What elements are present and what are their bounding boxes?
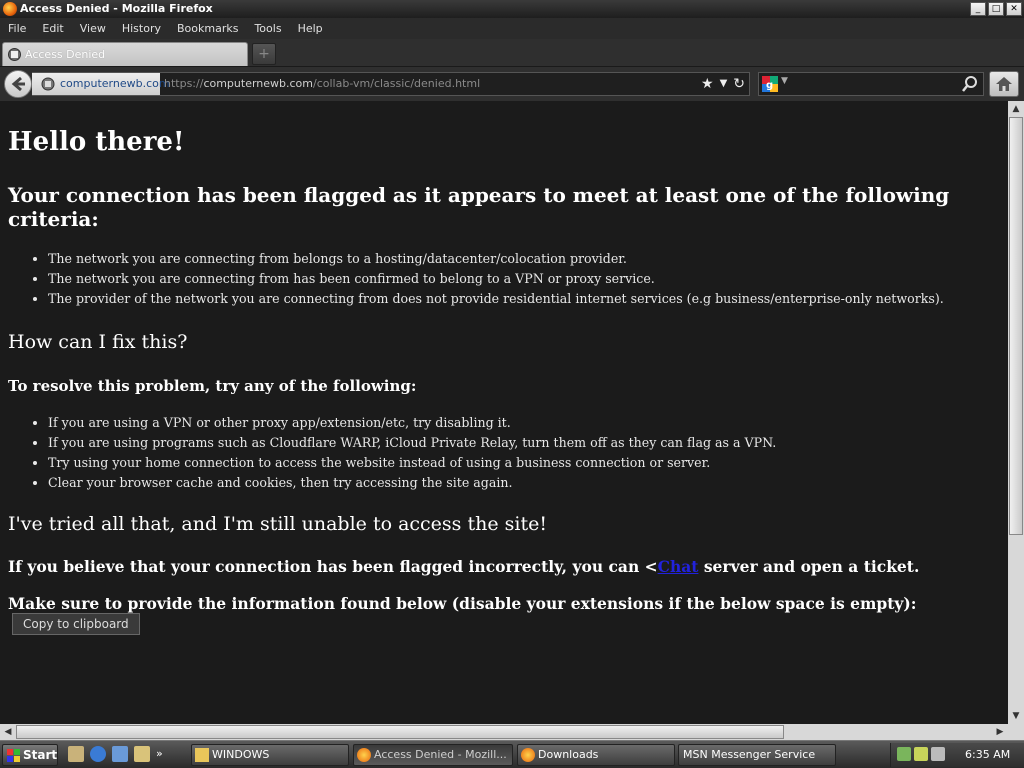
messenger-tray-icon[interactable]	[914, 747, 928, 761]
navigation-bar: computernewb.com https://computernewb.co…	[0, 67, 1024, 101]
fixes-list: If you are using a VPN or other proxy ap…	[8, 413, 1000, 493]
start-label: Start	[23, 748, 58, 762]
task-label: WINDOWS	[212, 748, 270, 761]
scroll-right-icon[interactable]: ▶	[992, 724, 1008, 740]
criteria-item: The network you are connecting from belo…	[48, 249, 1000, 269]
scrollbar-corner	[1008, 724, 1024, 740]
scroll-up-icon[interactable]: ▲	[1008, 101, 1024, 117]
menu-edit[interactable]: Edit	[36, 22, 69, 35]
task-label: Downloads	[538, 748, 599, 761]
network-icon[interactable]	[897, 747, 911, 761]
tab-label: Access Denied	[25, 48, 106, 61]
svg-text:g: g	[766, 80, 773, 91]
taskbar: Start » WINDOWS Access Denied - Mozill..…	[0, 740, 1024, 768]
provide-paragraph: Make sure to provide the information fou…	[8, 594, 1000, 635]
menu-bookmarks[interactable]: Bookmarks	[171, 22, 244, 35]
quick-launch-more-icon[interactable]: »	[156, 746, 163, 762]
tab-access-denied[interactable]: Access Denied	[2, 42, 248, 66]
start-button[interactable]: Start	[2, 744, 58, 766]
url-text[interactable]: https://computernewb.com/collab-vm/class…	[164, 73, 480, 95]
window-title: Access Denied - Mozilla Firefox	[20, 2, 213, 15]
task-msn-messenger[interactable]: MSN Messenger Service	[678, 744, 836, 766]
resolve-heading: To resolve this problem, try any of the …	[8, 377, 417, 395]
scroll-down-icon[interactable]: ▼	[1008, 708, 1024, 724]
url-bar[interactable]: computernewb.com https://computernewb.co…	[32, 72, 750, 96]
google-icon[interactable]: g	[762, 76, 778, 92]
new-tab-button[interactable]: +	[252, 43, 276, 65]
url-dropdown-icon[interactable]: ▼	[720, 75, 728, 93]
horizontal-scrollbar[interactable]: ◀ ▶	[0, 724, 1008, 740]
windows-logo-icon	[7, 749, 20, 762]
url-path: /collab-vm/classic/denied.html	[313, 77, 481, 90]
search-folder-icon[interactable]	[134, 746, 150, 762]
bookmark-star-icon[interactable]: ★	[701, 75, 714, 93]
internet-explorer-icon[interactable]	[90, 746, 106, 762]
fix-heading: How can I fix this?	[8, 331, 188, 353]
scroll-left-icon[interactable]: ◀	[0, 724, 16, 740]
engine-dropdown-icon[interactable]: ▼	[781, 76, 788, 86]
page-content: Hello there! Your connection has been fl…	[0, 101, 1008, 724]
firefox-icon	[521, 748, 535, 762]
search-icon[interactable]	[961, 75, 979, 93]
back-button[interactable]	[4, 70, 32, 98]
reload-icon[interactable]: ↻	[733, 75, 745, 93]
firefox-icon	[3, 2, 17, 16]
show-desktop-icon[interactable]	[68, 746, 84, 762]
criteria-item: The network you are connecting from has …	[48, 269, 1000, 289]
site-identity-label: computernewb.com	[60, 77, 170, 90]
site-identity-button[interactable]: computernewb.com	[32, 73, 170, 95]
criteria-list: The network you are connecting from belo…	[8, 249, 1000, 309]
menu-help[interactable]: Help	[292, 22, 329, 35]
fix-item: If you are using a VPN or other proxy ap…	[48, 413, 1000, 433]
site-identity-icon	[41, 77, 55, 91]
flagged-heading: Your connection has been flagged as it a…	[8, 183, 950, 231]
url-host: computernewb.com	[203, 77, 314, 90]
copy-to-clipboard-button[interactable]: Copy to clipboard	[12, 613, 140, 635]
page-icon	[8, 48, 21, 61]
believe-paragraph: If you believe that your connection has …	[8, 557, 1000, 576]
task-downloads[interactable]: Downloads	[517, 744, 675, 766]
vertical-scroll-thumb[interactable]	[1009, 117, 1023, 535]
close-button[interactable]: ✕	[1006, 2, 1022, 16]
task-label: Access Denied - Mozill...	[374, 748, 507, 761]
tab-bar: Access Denied +	[0, 39, 1024, 67]
system-tray: 6:35 AM	[890, 743, 1024, 767]
home-icon	[996, 77, 1012, 91]
tried-heading: I've tried all that, and I'm still unabl…	[8, 513, 547, 535]
minimize-button[interactable]: _	[970, 2, 986, 16]
menu-view[interactable]: View	[74, 22, 112, 35]
back-arrow-icon	[11, 76, 25, 92]
volume-icon[interactable]	[931, 747, 945, 761]
menu-history[interactable]: History	[116, 22, 167, 35]
believe-text: If you believe that your connection has …	[8, 557, 658, 576]
task-windows[interactable]: WINDOWS	[191, 744, 349, 766]
firefox-icon	[357, 748, 371, 762]
horizontal-scroll-thumb[interactable]	[16, 725, 784, 739]
criteria-item: The provider of the network you are conn…	[48, 289, 1000, 309]
task-label: MSN Messenger Service	[683, 748, 816, 761]
menu-file[interactable]: File	[2, 22, 32, 35]
believe-text-end: server and open a ticket.	[698, 557, 920, 576]
page-heading: Hello there!	[8, 127, 185, 157]
chat-link[interactable]: Chat	[658, 557, 699, 576]
search-bar[interactable]: g ▼	[758, 72, 984, 96]
provide-text: Make sure to provide the information fou…	[8, 594, 917, 613]
url-prefix: https://	[164, 77, 204, 90]
window-titlebar: Access Denied - Mozilla Firefox _ □ ✕	[0, 0, 1024, 18]
clock: 6:35 AM	[965, 748, 1011, 761]
fix-item: If you are using programs such as Cloudf…	[48, 433, 1000, 453]
outlook-express-icon[interactable]	[112, 746, 128, 762]
fix-item: Clear your browser cache and cookies, th…	[48, 473, 1000, 493]
quick-launch: »	[68, 746, 163, 762]
folder-icon	[195, 748, 209, 762]
menu-tools[interactable]: Tools	[248, 22, 287, 35]
menu-bar: File Edit View History Bookmarks Tools H…	[0, 18, 1024, 39]
home-button[interactable]	[989, 71, 1019, 97]
task-firefox[interactable]: Access Denied - Mozill...	[353, 744, 513, 766]
restore-button[interactable]: □	[988, 2, 1004, 16]
vertical-scrollbar[interactable]: ▲ ▼	[1008, 101, 1024, 724]
fix-item: Try using your home connection to access…	[48, 453, 1000, 473]
